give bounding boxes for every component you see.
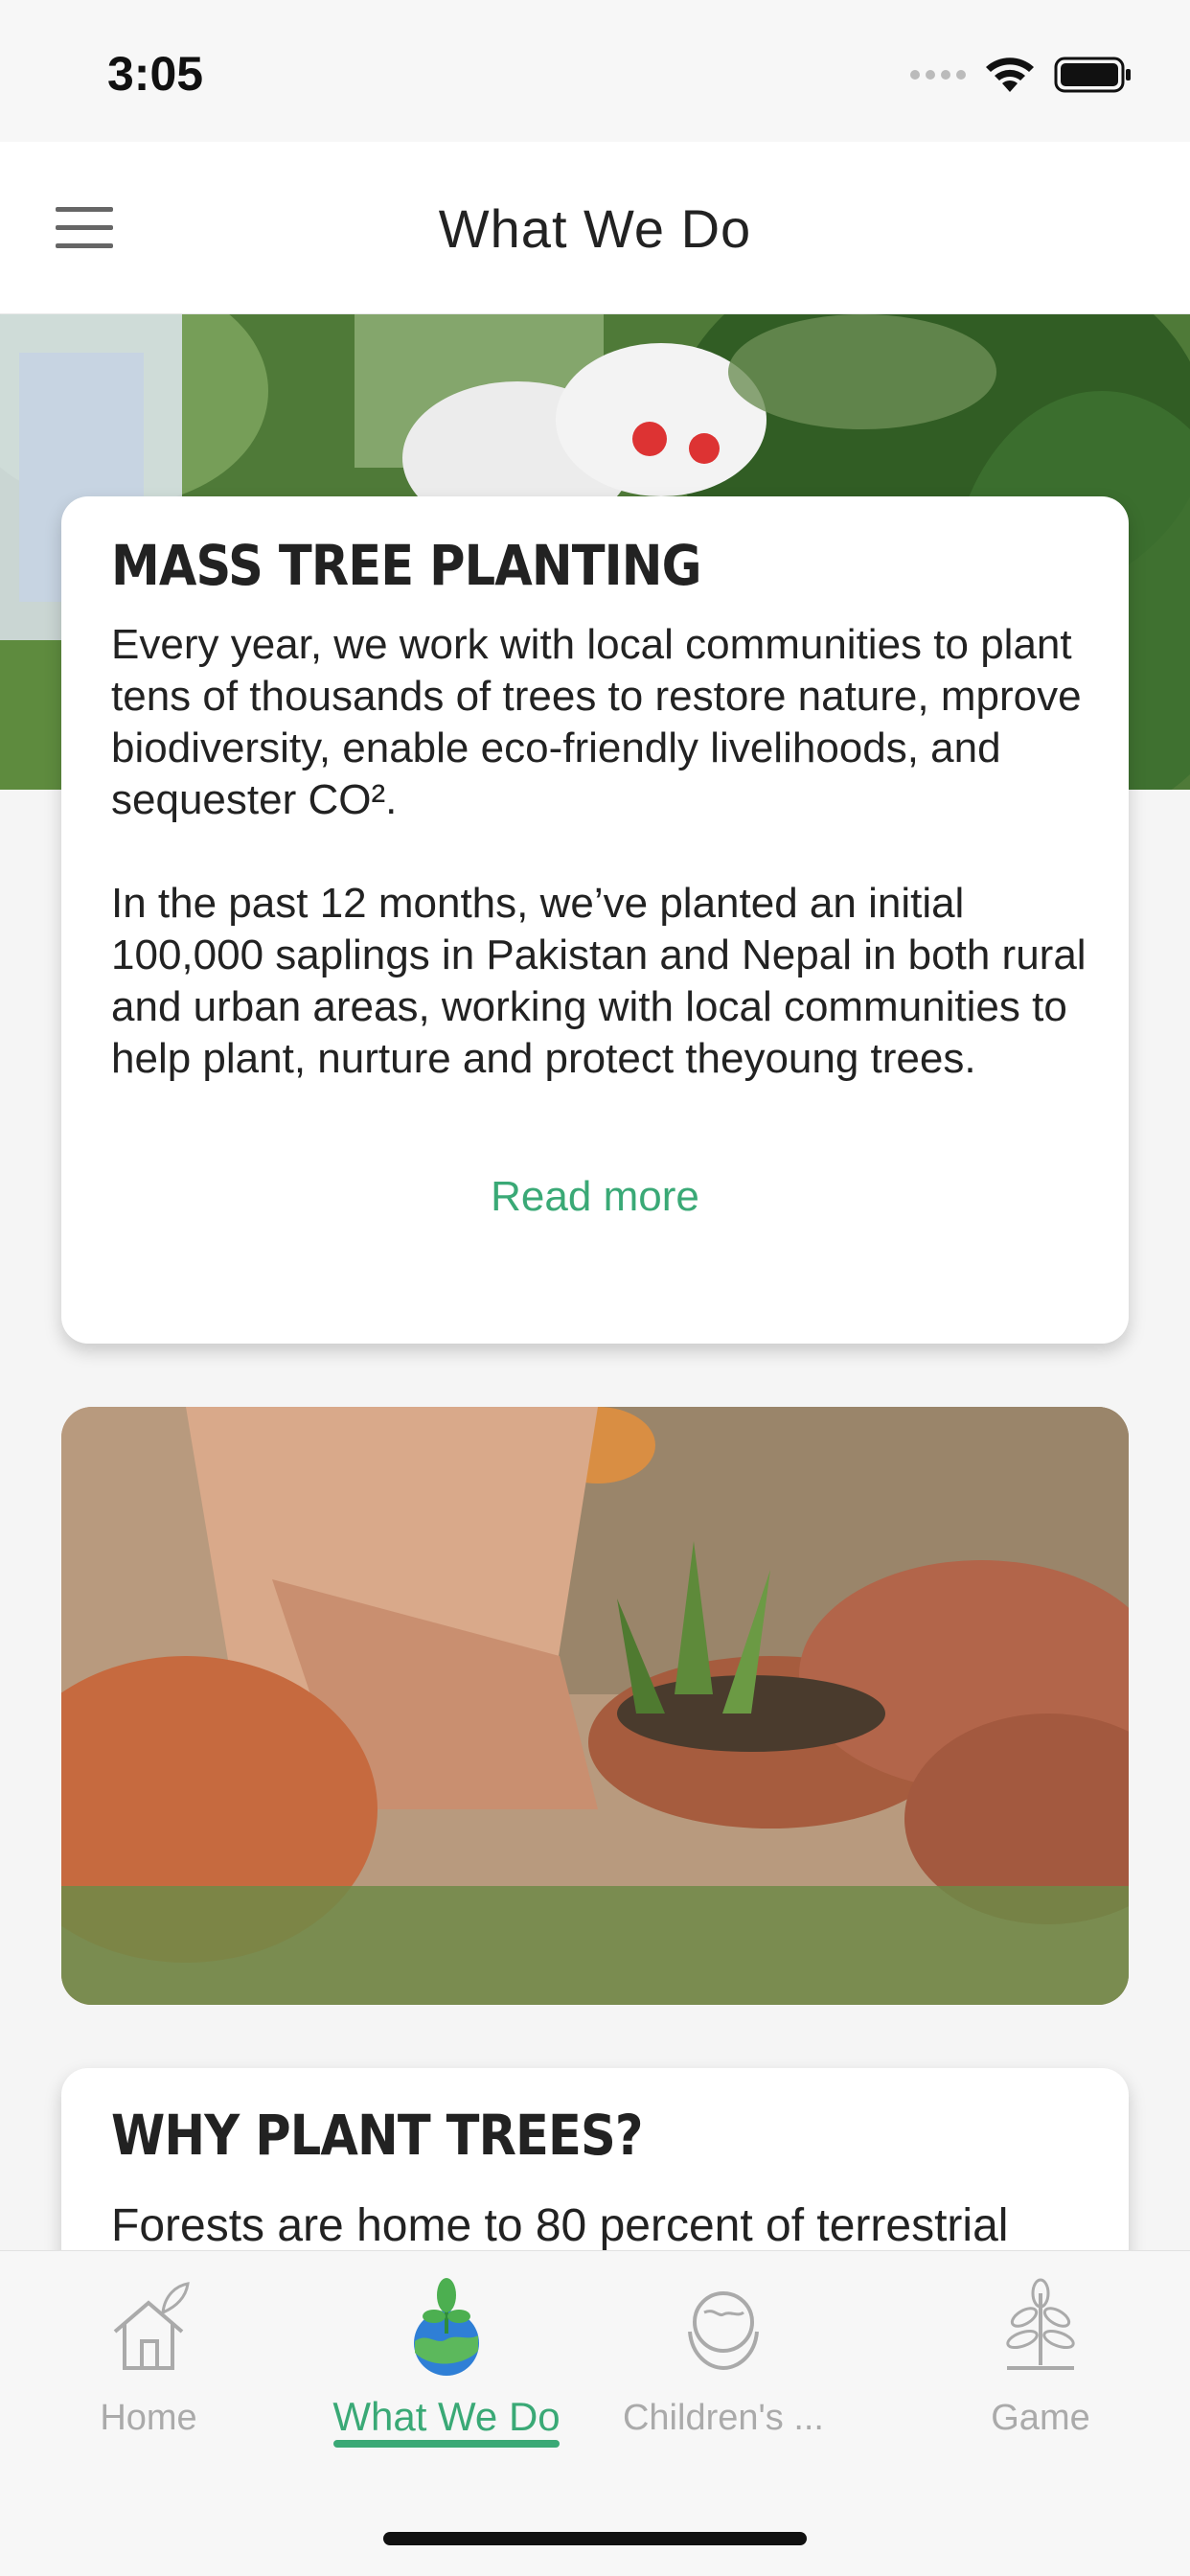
card-title: MASS TREE PLANTING <box>111 533 702 598</box>
bottom-tab-bar: Home What We Do Children's ... Game <box>0 2250 1190 2576</box>
tab-label: Home <box>100 2398 197 2438</box>
tab-label: Children's ... <box>622 2398 824 2438</box>
read-more-link[interactable]: Read more <box>61 1173 1129 1221</box>
plant-icon <box>1006 2278 1075 2370</box>
home-indicator <box>383 2532 807 2545</box>
sapling-globe-icon <box>414 2278 479 2376</box>
status-bar: 3:05 <box>0 0 1190 142</box>
active-tab-indicator <box>333 2440 560 2448</box>
hands-planting-photo <box>61 1407 1129 2005</box>
tab-game[interactable]: Game <box>916 2274 1165 2439</box>
page-title: What We Do <box>438 198 752 259</box>
card-paragraph: Forests are home to 80 percent of terres… <box>111 2200 1009 2251</box>
card-paragraph: Every year, we work with local communiti… <box>111 621 1082 823</box>
app-header: What We Do <box>0 142 1190 314</box>
card-title: WHY PLANT TREES? <box>111 2103 644 2168</box>
tab-what-we-do[interactable]: What We Do <box>322 2274 571 2440</box>
tab-label: Game <box>991 2398 1090 2438</box>
home-icon <box>113 2282 190 2370</box>
tab-home[interactable]: Home <box>24 2274 273 2439</box>
globe-hands-icon <box>688 2291 759 2371</box>
cellular-signal-icon <box>910 70 966 80</box>
tab-label: What We Do <box>332 2394 561 2439</box>
status-icons <box>910 56 1133 94</box>
tab-childrens[interactable]: Children's ... <box>599 2274 848 2439</box>
wifi-icon <box>986 58 1034 92</box>
status-time: 3:05 <box>107 47 204 101</box>
battery-icon <box>1054 57 1131 93</box>
card-paragraph: In the past 12 months, we’ve planted an … <box>111 880 1087 1082</box>
planting-pot-image <box>61 1407 1129 2005</box>
mass-tree-planting-card: MASS TREE PLANTING Every year, we work w… <box>61 496 1129 1344</box>
